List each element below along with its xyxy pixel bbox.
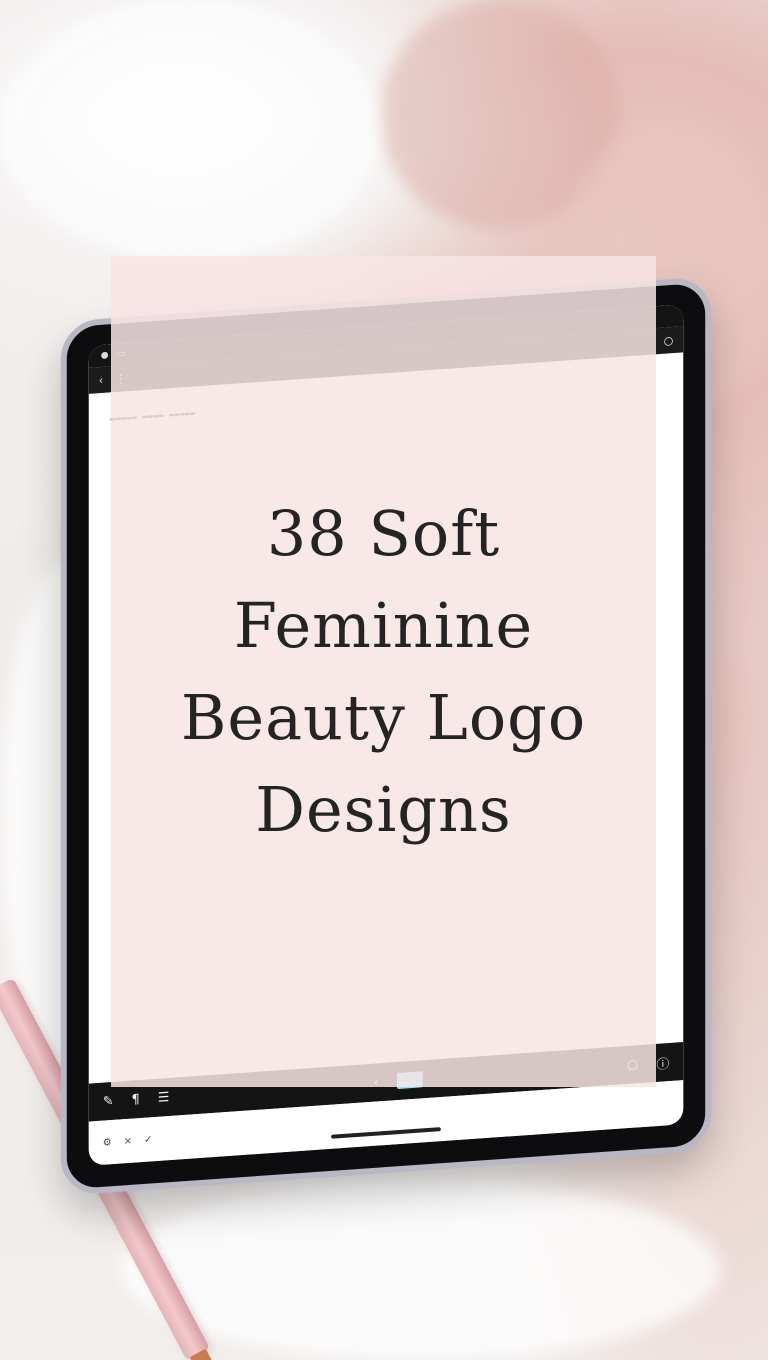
title-line: Beauty Logo: [180, 680, 587, 754]
check-icon: ✓: [143, 1133, 153, 1146]
search-icon: ○: [663, 333, 674, 348]
pin-title: 38 Soft Feminine Beauty Logo Designs: [181, 488, 586, 856]
settings-icon: ⚙: [102, 1136, 112, 1149]
pen-icon: ✎: [102, 1093, 114, 1110]
text-icon: ¶: [131, 1091, 140, 1108]
title-line: Feminine: [233, 588, 534, 662]
stylus-tip: [189, 1348, 214, 1360]
title-overlay-card: 38 Soft Feminine Beauty Logo Designs: [111, 256, 656, 1087]
sheet-fold: [120, 1180, 720, 1360]
title-line: Designs: [255, 772, 512, 846]
info-icon: ⓘ: [656, 1056, 670, 1073]
signal-icon: ●: [100, 350, 109, 361]
chevron-left-icon: ‹: [98, 373, 104, 387]
home-indicator: [331, 1127, 441, 1139]
pillow: [0, 0, 380, 260]
photo-scene: ● ▭ ‹ ⋮ ○ ▬▬▬▬▬ ▬▬▬▬ ▬▬▬▬▬ ✎ ¶ ☰ ‹ ○ ⓘ: [0, 0, 768, 1360]
title-line: 38 Soft: [266, 496, 501, 570]
layers-icon: ☰: [157, 1089, 170, 1106]
close-icon: ×: [123, 1135, 132, 1147]
